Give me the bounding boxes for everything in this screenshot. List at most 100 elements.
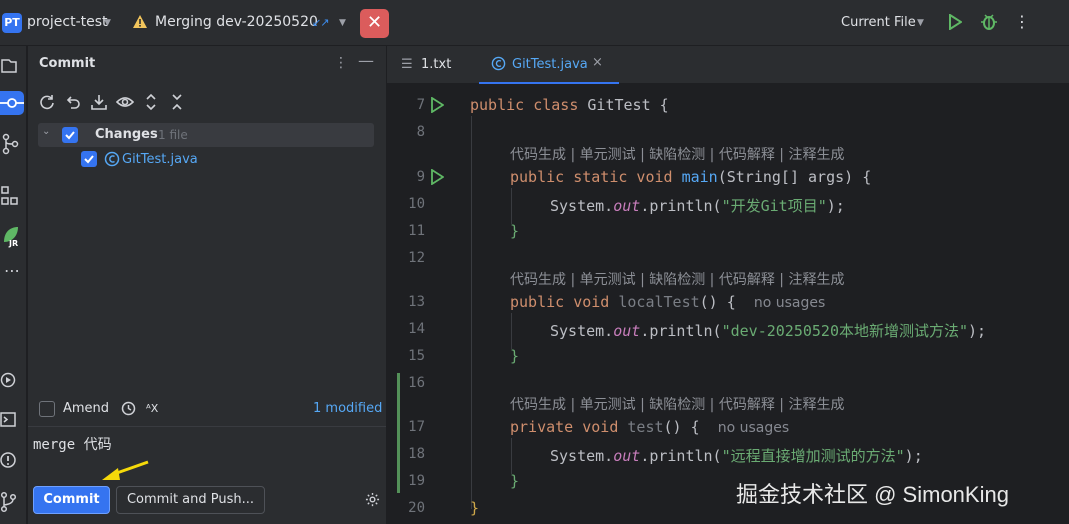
changed-file-item[interactable]: GitTest.java	[122, 152, 198, 167]
amend-label[interactable]: Amend	[63, 401, 109, 416]
keyword: public static void	[510, 168, 682, 186]
gear-icon[interactable]	[365, 492, 380, 507]
line-number: 18	[408, 446, 425, 462]
code-text: .println(	[640, 322, 722, 340]
terminal-icon[interactable]	[0, 408, 24, 432]
expand-all-icon[interactable]	[142, 93, 160, 111]
eye-icon[interactable]	[116, 93, 134, 111]
chevron-down-icon[interactable]: ▼	[104, 18, 111, 28]
line-number: 15	[408, 348, 425, 364]
more-vertical-icon[interactable]: ⋮	[1014, 12, 1030, 31]
project-name[interactable]: project-test	[27, 14, 108, 30]
changes-group-row[interactable]: ⌄ Changes 1 file	[38, 123, 374, 147]
commit-button[interactable]: Commit	[33, 486, 110, 514]
project-badge[interactable]: PT	[2, 13, 22, 33]
folder-icon[interactable]	[0, 54, 24, 78]
line-number: 16	[408, 375, 425, 391]
run-icon[interactable]	[948, 14, 962, 30]
code-line-10: System.out.println("开发Git项目");	[550, 195, 845, 216]
line-number: 13	[408, 294, 425, 310]
clock-icon[interactable]	[121, 401, 136, 416]
chevron-down-icon[interactable]: ⌄	[42, 126, 50, 137]
jrebel-icon[interactable]: JR	[0, 224, 24, 248]
indent-guide	[511, 188, 512, 224]
title-bar: PT project-test ▼ Merging dev-20250520 ↙…	[0, 0, 1069, 46]
usage-hint[interactable]: no usages	[718, 420, 789, 436]
version-control-icon[interactable]	[0, 490, 24, 514]
run-gutter-icon[interactable]	[430, 97, 444, 113]
line-number: 19	[408, 473, 425, 489]
line-number: 20	[408, 500, 425, 516]
line-number: 12	[408, 250, 425, 266]
commit-and-push-button[interactable]: Commit and Push...	[116, 486, 265, 514]
ai-code-lens[interactable]: 代码生成 | 单元测试 | 缺陷检测 | 代码解释 | 注释生成	[510, 144, 844, 164]
refresh-icon[interactable]	[38, 93, 56, 111]
clean-text-icon[interactable]: ᴬX	[146, 402, 158, 415]
abort-merge-button[interactable]: ✕	[360, 9, 389, 38]
run-config-selector[interactable]: Current File	[841, 15, 916, 30]
commit-message-input[interactable]: merge 代码	[28, 426, 386, 476]
more-horizontal-icon[interactable]: ⋯	[0, 263, 24, 288]
changes-label: Changes	[95, 127, 158, 142]
code-text: );	[968, 322, 987, 340]
structure-icon[interactable]	[0, 184, 24, 208]
amend-row: Amend ᴬX 1 modified	[28, 396, 386, 422]
code-text: System.	[550, 197, 614, 215]
code-line-7: public class GitTest {	[470, 96, 669, 114]
changes-count: 1 file	[158, 128, 188, 142]
rollback-icon[interactable]	[64, 93, 82, 111]
code-line-11: }	[510, 222, 520, 240]
git-branch-icon[interactable]	[0, 132, 24, 156]
ai-code-lens[interactable]: 代码生成 | 单元测试 | 缺陷检测 | 代码解释 | 注释生成	[510, 269, 844, 289]
chevron-down-icon[interactable]: ▼	[917, 18, 924, 28]
merge-status[interactable]: Merging dev-20250520	[155, 14, 318, 30]
code-text: .println(	[640, 197, 722, 215]
editor-tab-bar: ☰ 1.txt GitTest.java ×	[387, 46, 1069, 84]
indent-guide	[511, 313, 512, 349]
commit-panel: Commit ⋮ — ⌄ Changes 1 file GitTest.java	[28, 46, 386, 524]
commit-tool-button[interactable]	[0, 91, 24, 115]
minimize-icon[interactable]: —	[358, 51, 374, 70]
code-line-18: System.out.println("远程直接增加测试的方法");	[550, 445, 923, 466]
watermark: 掘金技术社区 @ SimonKing	[736, 482, 1009, 507]
more-vertical-icon[interactable]: ⋮	[334, 55, 348, 71]
line-number: 14	[408, 321, 425, 337]
string-literal: "远程直接增加测试的方法"	[721, 447, 905, 465]
code-line-20: }	[470, 499, 480, 517]
code-text: (String[] args) {	[717, 168, 872, 186]
code-line-17: private void test() { no usages	[510, 418, 789, 436]
modified-count-link[interactable]: 1 modified	[313, 401, 382, 416]
code-editor[interactable]: 7 8 9 10 11 12 13 14 15 16 17 18 19 20 p…	[387, 84, 1069, 524]
tab-gittest-java[interactable]: GitTest.java ×	[479, 46, 619, 84]
line-number: 10	[408, 196, 425, 212]
code-text: );	[904, 447, 923, 465]
file-checkbox[interactable]	[81, 151, 97, 167]
changes-checkbox[interactable]	[62, 127, 78, 143]
chevron-down-icon[interactable]: ▼	[339, 18, 346, 28]
keyword: public void	[510, 293, 619, 311]
field-name: out	[613, 322, 641, 340]
class-name: GitTest {	[587, 96, 669, 114]
update-icon[interactable]	[90, 93, 108, 111]
close-icon[interactable]: ×	[592, 55, 603, 70]
problems-icon[interactable]	[0, 448, 24, 472]
services-icon[interactable]	[0, 368, 24, 392]
keyword: private void	[510, 418, 628, 436]
code-line-14: System.out.println("dev-20250520本地新增测试方法…	[550, 320, 986, 341]
run-gutter-icon[interactable]	[430, 169, 444, 185]
collapse-all-icon[interactable]	[168, 93, 186, 111]
tab-label: GitTest.java	[512, 57, 588, 72]
ai-code-lens[interactable]: 代码生成 | 单元测试 | 缺陷检测 | 代码解释 | 注释生成	[510, 394, 844, 414]
indent-guide	[511, 438, 512, 474]
usage-hint[interactable]: no usages	[754, 295, 825, 311]
java-class-icon	[491, 56, 506, 71]
tab-1-txt[interactable]: ☰ 1.txt	[387, 46, 471, 84]
amend-checkbox[interactable]	[39, 401, 55, 417]
commit-message-text: merge 代码	[33, 437, 112, 453]
debug-icon[interactable]	[980, 13, 998, 31]
code-text: System.	[550, 322, 614, 340]
panel-title: Commit	[39, 56, 96, 71]
line-number: 17	[408, 419, 425, 435]
tool-window-strip: JR ⋯	[0, 46, 27, 524]
tab-label: 1.txt	[421, 57, 452, 72]
